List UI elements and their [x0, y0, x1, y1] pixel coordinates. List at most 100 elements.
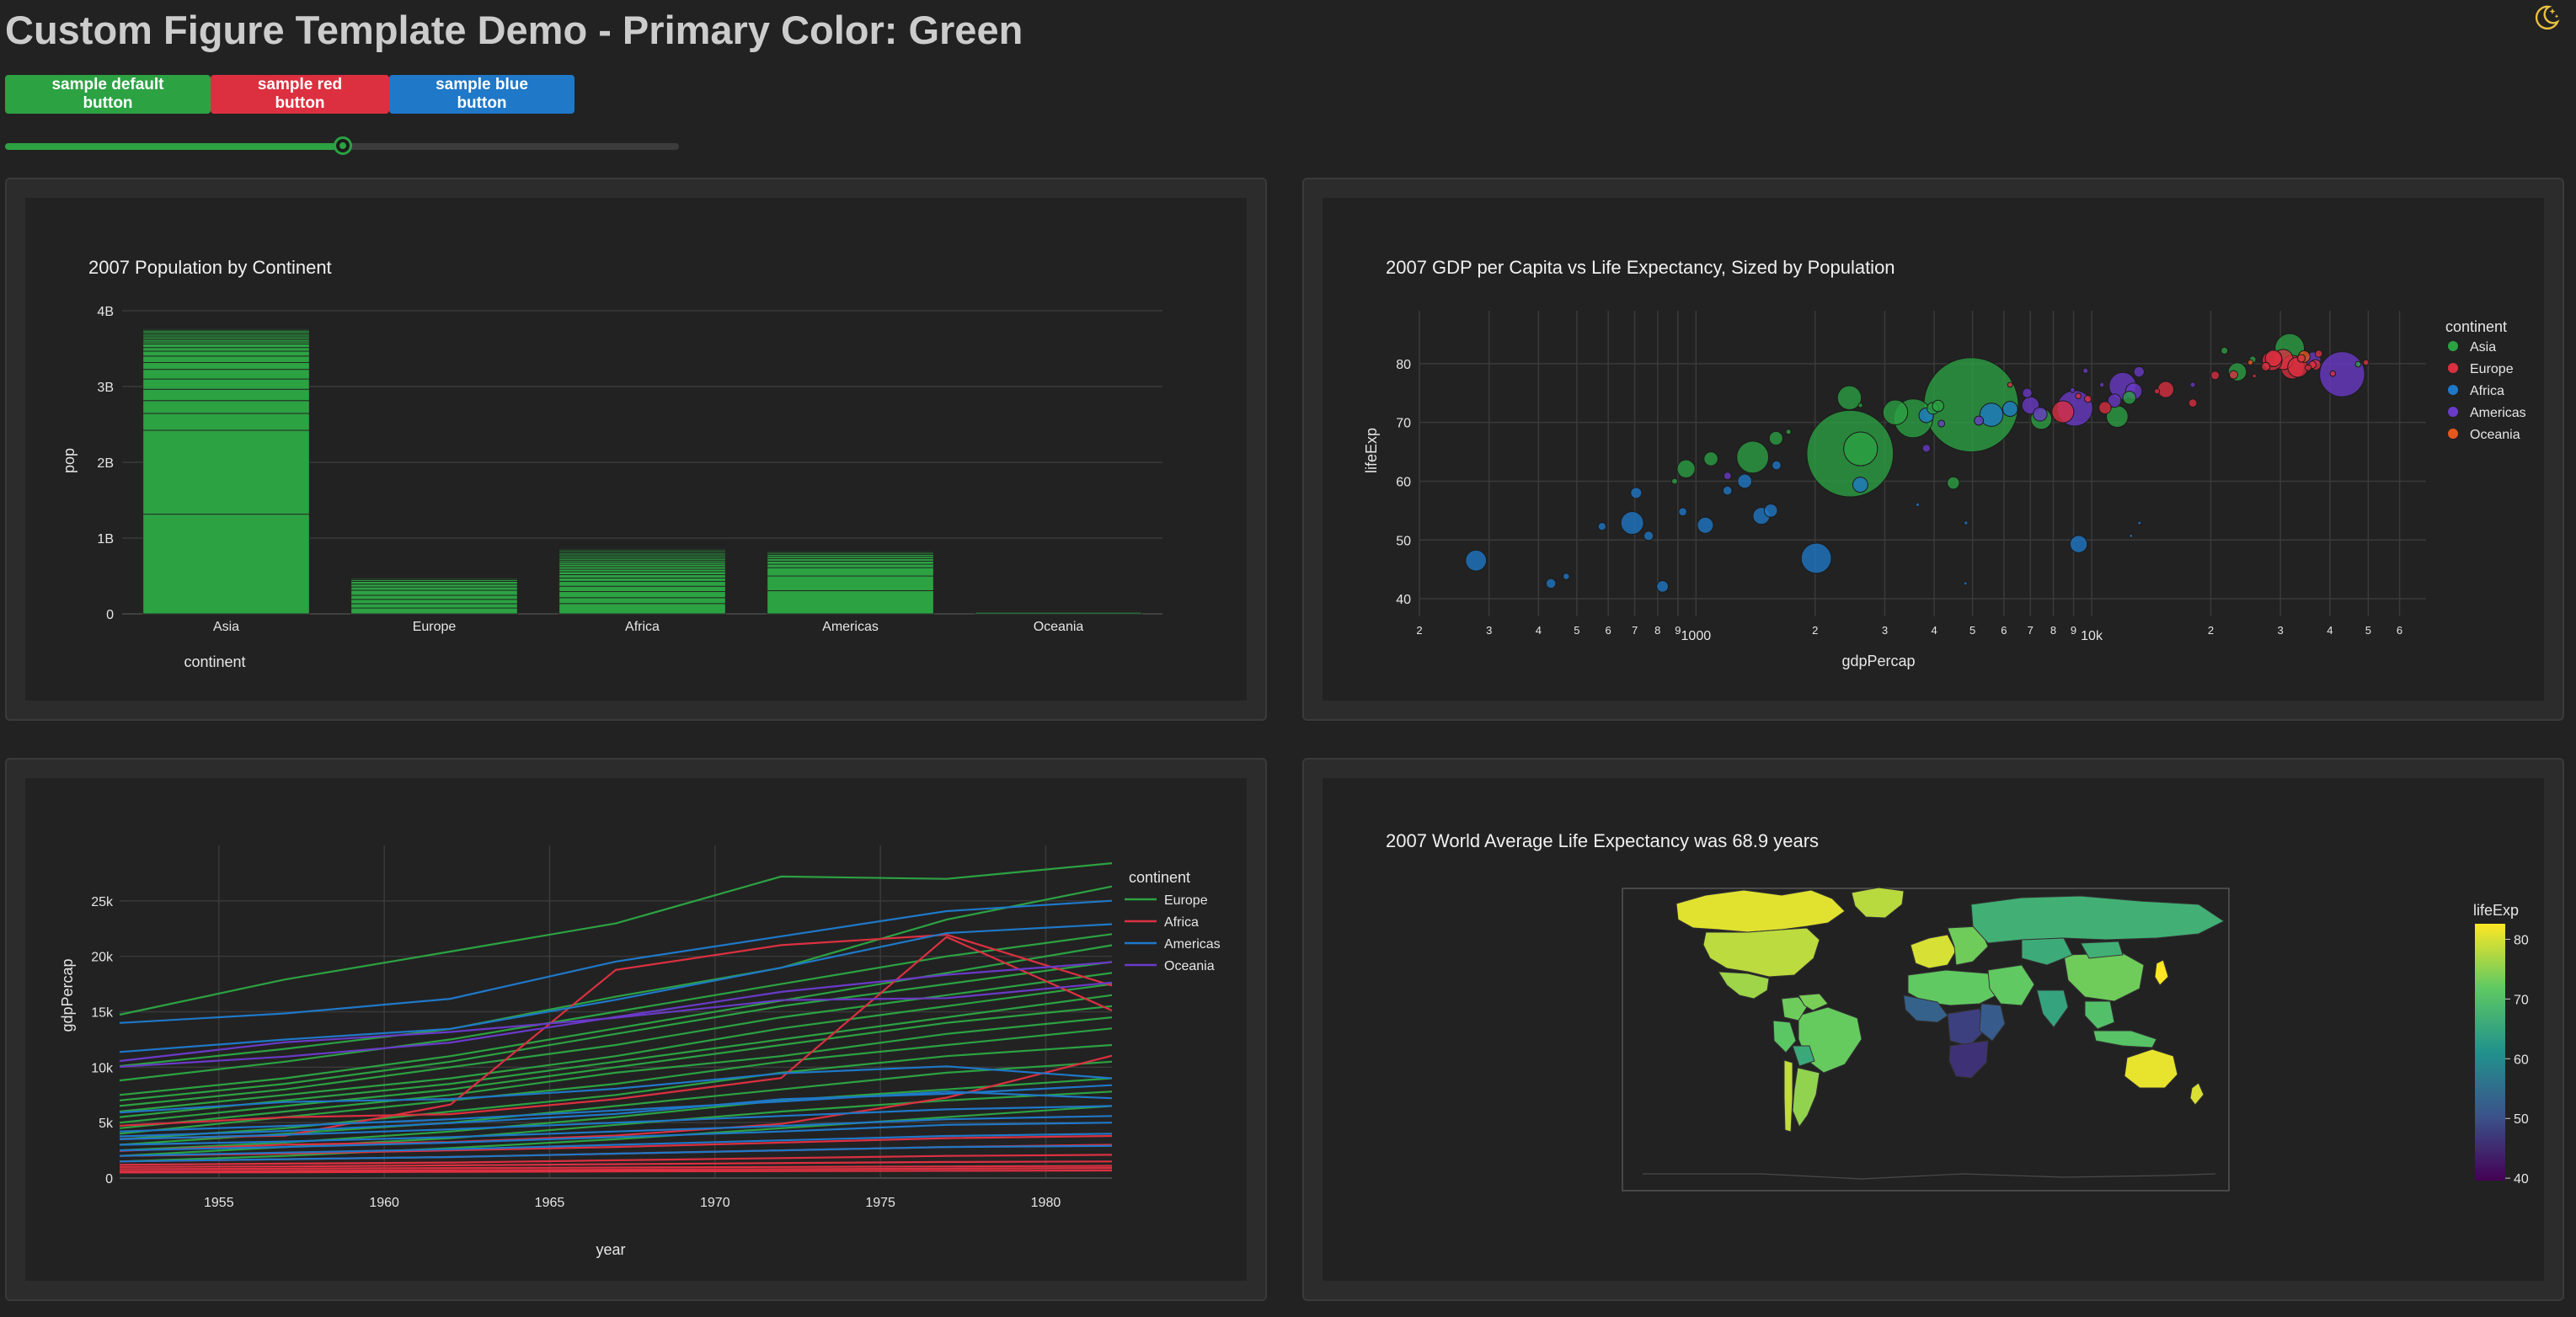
scatter-point[interactable] [2296, 354, 2306, 363]
map-region[interactable] [1970, 895, 2225, 944]
scatter-point[interactable] [1921, 444, 1931, 453]
bar-segment[interactable] [142, 369, 310, 380]
sample-red-button[interactable]: sample red button [211, 75, 389, 114]
series-line[interactable] [119, 1115, 1113, 1146]
scatter-point[interactable] [2354, 360, 2362, 368]
map-region[interactable] [1979, 1003, 2006, 1042]
bar-segment[interactable] [142, 514, 310, 615]
scatter-point[interactable] [2098, 381, 2105, 388]
map-region[interactable] [2124, 1048, 2178, 1089]
map-region[interactable] [2036, 989, 2069, 1028]
bar-segment[interactable] [142, 429, 310, 515]
scatter-point[interactable] [1597, 522, 1606, 531]
scatter-point[interactable] [1630, 487, 1643, 499]
bar-segment[interactable] [142, 413, 310, 431]
scatter-point[interactable] [2007, 381, 2013, 388]
scatter-point[interactable] [2247, 359, 2254, 366]
bar-segment[interactable] [350, 581, 518, 585]
bar-segment[interactable] [350, 589, 518, 596]
slider-handle[interactable] [334, 136, 352, 155]
scatter-point[interactable] [1736, 440, 1770, 474]
sample-default-button[interactable]: sample default button [5, 75, 211, 114]
bar-segment[interactable] [767, 567, 934, 577]
scatter-point[interactable] [1974, 415, 1985, 426]
map-region[interactable] [1772, 1020, 1797, 1053]
scatter-point[interactable] [1964, 520, 1969, 525]
scatter-point[interactable] [2156, 381, 2175, 398]
bar-segment[interactable] [142, 388, 310, 402]
bar-segment[interactable] [558, 585, 726, 592]
sample-blue-button[interactable]: sample blue button [389, 75, 575, 114]
bar-segment[interactable] [142, 378, 310, 390]
bar-segment[interactable] [142, 344, 310, 349]
map-region[interactable] [1792, 1067, 1820, 1128]
map-region[interactable] [2084, 1000, 2115, 1030]
scatter-point[interactable] [2075, 392, 2082, 400]
scatter-point[interactable] [2252, 373, 2257, 379]
scatter-point[interactable] [2329, 370, 2337, 377]
scatter-point[interactable] [1656, 580, 1669, 593]
scatter-point[interactable] [1722, 485, 1733, 496]
scatter-point[interactable] [2210, 371, 2221, 381]
scatter-point[interactable] [1676, 459, 1696, 478]
scatter-point[interactable] [1620, 511, 1644, 535]
scatter-point[interactable] [2033, 407, 2048, 422]
bar-segment[interactable] [558, 566, 726, 570]
map-region[interactable] [1948, 1040, 1989, 1079]
scatter-point[interactable] [2082, 367, 2089, 374]
slider[interactable] [5, 136, 679, 155]
scatter-point[interactable] [1882, 399, 1909, 425]
scatter-point[interactable] [2261, 361, 2271, 371]
bar-segment[interactable] [558, 580, 726, 587]
scatter-point[interactable] [1465, 549, 1488, 572]
scatter-point[interactable] [1852, 477, 1868, 493]
scatter-point[interactable] [2228, 370, 2238, 380]
bar-segment[interactable] [558, 574, 726, 579]
scatter-point[interactable] [2122, 391, 2136, 405]
bar-segment[interactable] [767, 557, 934, 562]
scatter-point[interactable] [2069, 535, 2088, 553]
bar-segment[interactable] [142, 355, 310, 363]
bar-segment[interactable] [558, 591, 726, 599]
scatter-point[interactable] [2098, 401, 2112, 414]
scatter-point[interactable] [1785, 429, 1792, 435]
map-region[interactable] [1987, 964, 2035, 1006]
scatter-point[interactable] [1800, 542, 1832, 574]
bar-segment[interactable] [767, 575, 934, 591]
bar-segment[interactable] [350, 568, 518, 571]
scatter-point[interactable] [1857, 403, 1863, 408]
scatter-point[interactable] [1737, 473, 1753, 489]
scatter-point[interactable] [2305, 364, 2312, 371]
scatter-point[interactable] [1932, 399, 1944, 413]
scatter-point[interactable] [1915, 502, 1921, 508]
bar-segment[interactable] [558, 603, 726, 615]
scatter-point[interactable] [2189, 381, 2196, 388]
scatter-point[interactable] [1963, 581, 1968, 586]
bar-segment[interactable] [350, 586, 518, 591]
map-region[interactable] [2092, 1030, 2157, 1048]
scatter-point[interactable] [1643, 531, 1654, 541]
map-region[interactable] [1718, 971, 1770, 1000]
scatter-point[interactable] [2221, 346, 2229, 355]
scatter-point[interactable] [1763, 503, 1778, 518]
bar-segment[interactable] [558, 597, 726, 605]
map-region[interactable] [1783, 1059, 1793, 1133]
scatter-point[interactable] [1678, 507, 1688, 517]
scatter-point[interactable] [1723, 472, 1732, 481]
bar-segment[interactable] [350, 584, 518, 588]
map-region[interactable] [2154, 959, 2169, 986]
map-region[interactable] [1910, 934, 1957, 969]
series-line[interactable] [119, 885, 1113, 1068]
scatter-point[interactable] [1836, 385, 1863, 411]
map-region[interactable] [1947, 1008, 1985, 1047]
bar-segment[interactable] [350, 607, 518, 615]
scatter-point[interactable] [1545, 578, 1557, 589]
scatter-point[interactable] [2137, 520, 2142, 525]
bar-segment[interactable] [350, 595, 518, 600]
scatter-point[interactable] [2314, 349, 2323, 358]
bar-segment[interactable] [767, 560, 934, 565]
map-region[interactable] [1702, 927, 1820, 978]
map-region[interactable] [1851, 887, 1905, 919]
map-region[interactable] [2063, 952, 2145, 1002]
scatter-point[interactable] [2362, 359, 2370, 366]
